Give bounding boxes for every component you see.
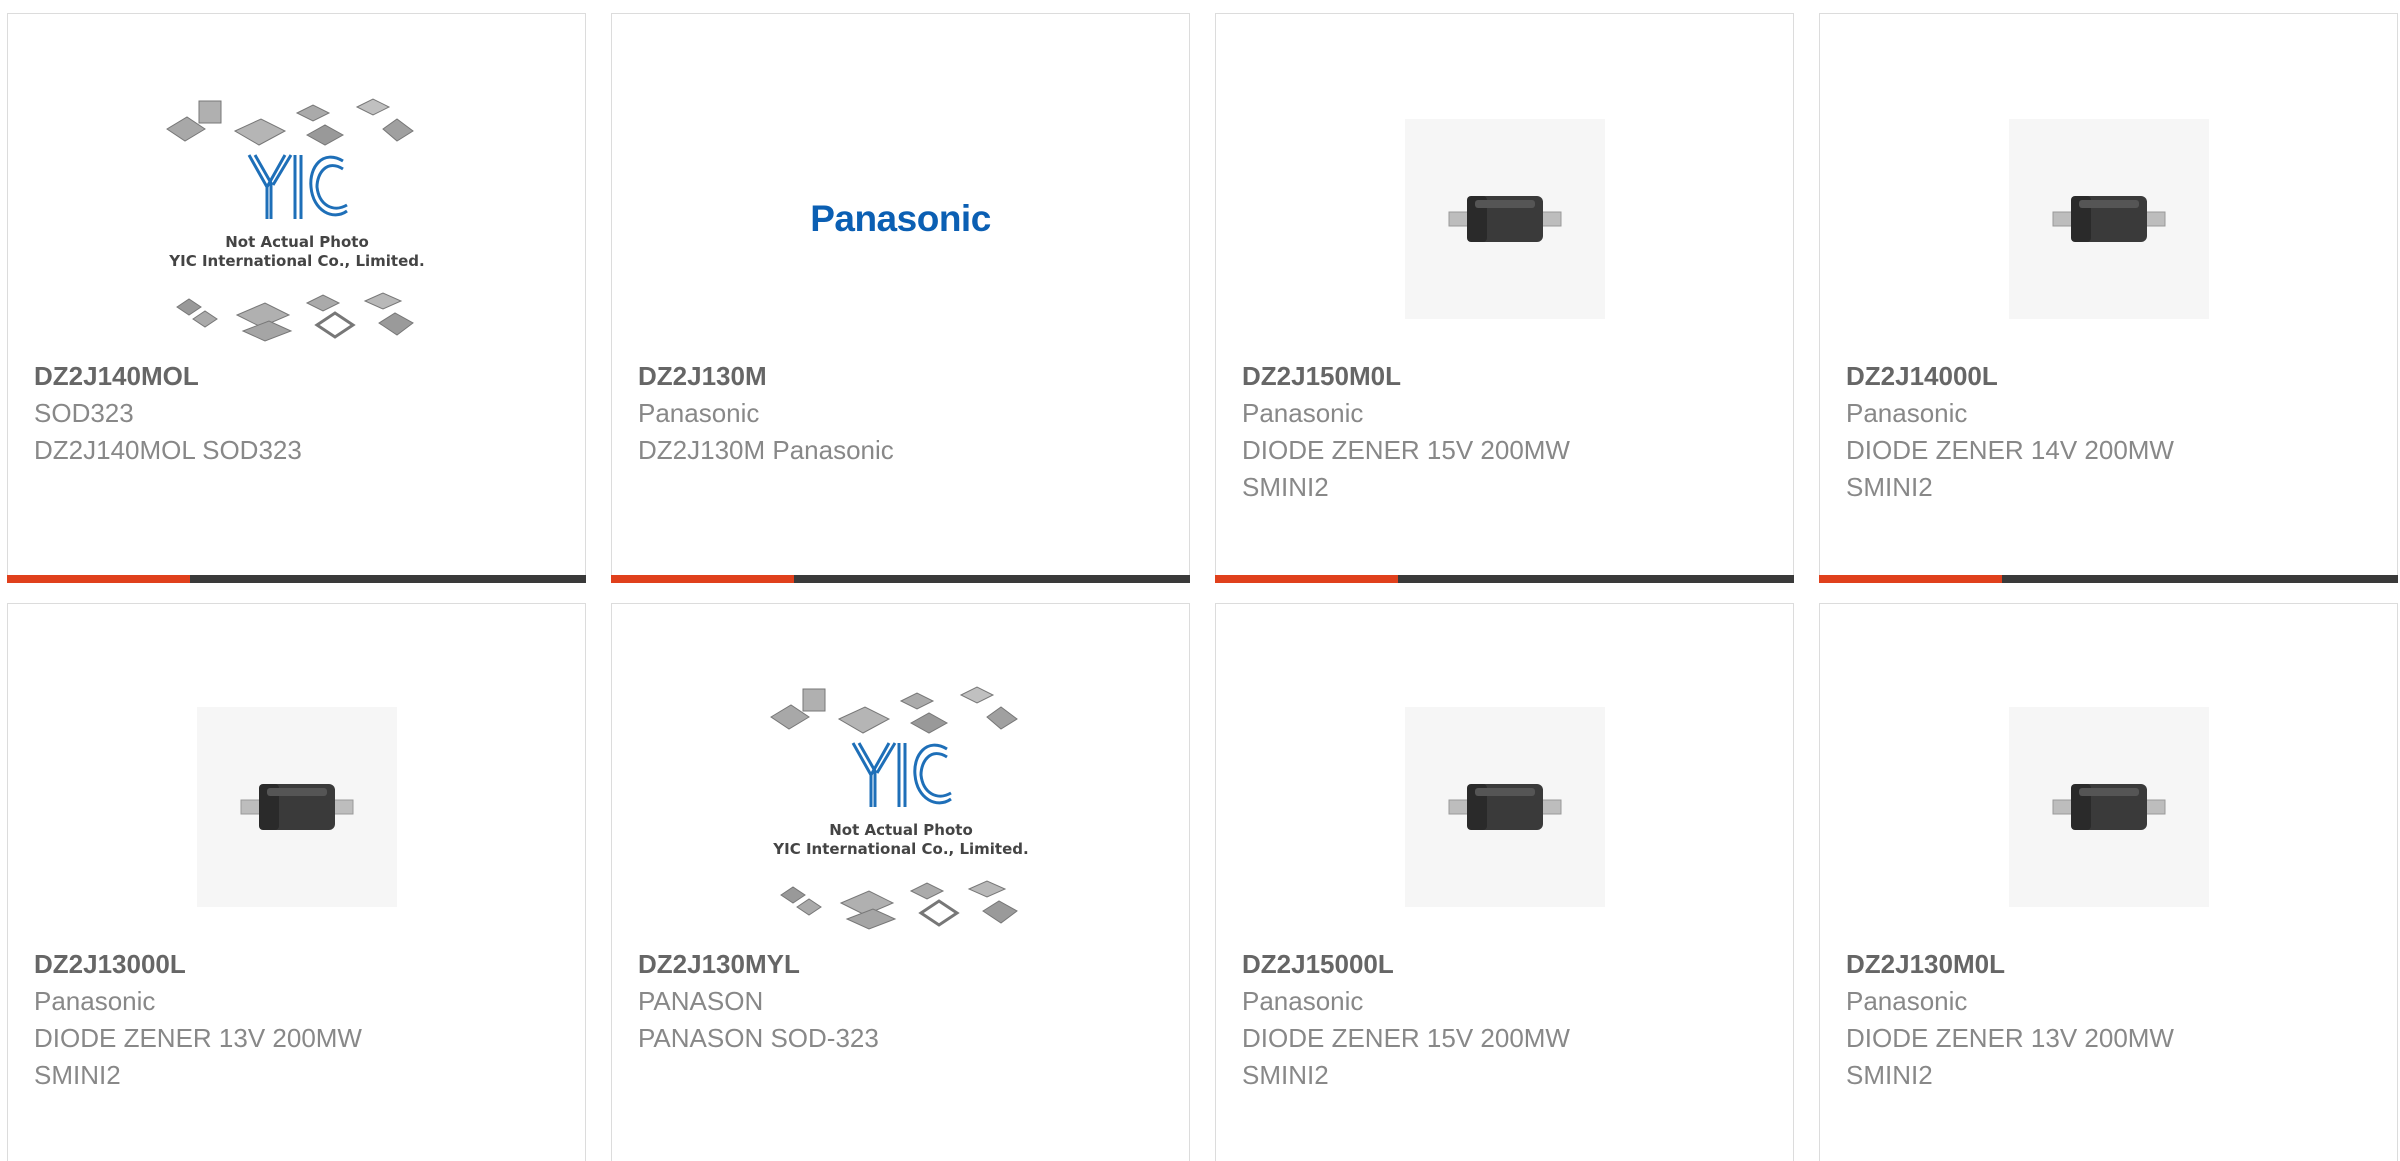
card-footer-bar [1215, 575, 1794, 583]
part-number-link[interactable]: DZ2J150M0L [1242, 357, 1773, 395]
part-number-link[interactable]: DZ2J130M0L [1846, 945, 2377, 983]
product-card[interactable]: Not Actual Photo YIC International Co., … [611, 603, 1190, 1161]
product-image-yic-placeholder[interactable]: Not Actual Photo YIC International Co., … [761, 662, 1041, 952]
product-image-diode[interactable] [157, 662, 437, 952]
card-accent-bar [7, 575, 190, 583]
product-card[interactable]: Panasonic DZ2J130M Panasonic DZ2J130M Pa… [611, 13, 1190, 583]
placeholder-line-1: Not Actual Photo [829, 821, 973, 839]
product-image-yic-placeholder[interactable]: Not Actual Photo YIC International Co., … [157, 74, 437, 364]
description: DIODE ZENER 13V 200MW SMINI2 [34, 1023, 362, 1090]
product-info: DZ2J13000L Panasonic DIODE ZENER 13V 200… [34, 945, 565, 1094]
part-number-link[interactable]: DZ2J130MYL [638, 945, 1169, 983]
product-image-diode[interactable] [1969, 662, 2249, 952]
product-info: DZ2J15000L Panasonic DIODE ZENER 15V 200… [1242, 945, 1773, 1094]
part-number-link[interactable]: DZ2J13000L [34, 945, 565, 983]
part-number-link[interactable]: DZ2J14000L [1846, 357, 2377, 395]
product-grid: Not Actual Photo YIC International Co., … [0, 0, 2400, 1161]
placeholder-line-2: YIC International Co., Limited. [772, 840, 1028, 858]
manufacturer: Panasonic [1846, 986, 1968, 1016]
diode-photo-icon [1404, 119, 1605, 319]
description: PANASON SOD-323 [638, 1023, 879, 1053]
card-footer-bar [7, 575, 586, 583]
product-card[interactable]: DZ2J15000L Panasonic DIODE ZENER 15V 200… [1215, 603, 1794, 1161]
description: DZ2J130M Panasonic [638, 435, 894, 465]
description: DIODE ZENER 13V 200MW SMINI2 [1846, 1023, 2174, 1090]
product-info: DZ2J14000L Panasonic DIODE ZENER 14V 200… [1846, 357, 2377, 506]
description: DIODE ZENER 15V 200MW SMINI2 [1242, 435, 1570, 502]
description: DIODE ZENER 15V 200MW SMINI2 [1242, 1023, 1570, 1090]
card-accent-bar [1215, 575, 1398, 583]
part-number-link[interactable]: DZ2J140MOL [34, 357, 565, 395]
part-number-link[interactable]: DZ2J15000L [1242, 945, 1773, 983]
manufacturer: PANASON [638, 986, 764, 1016]
product-card[interactable]: DZ2J130M0L Panasonic DIODE ZENER 13V 200… [1819, 603, 2398, 1161]
manufacturer: Panasonic [1846, 398, 1968, 428]
product-image-panasonic-logo[interactable]: Panasonic [761, 74, 1041, 364]
product-info: DZ2J150M0L Panasonic DIODE ZENER 15V 200… [1242, 357, 1773, 506]
diode-photo-icon [196, 707, 397, 907]
manufacturer: SOD323 [34, 398, 134, 428]
product-info: DZ2J140MOL SOD323 DZ2J140MOL SOD323 [34, 357, 565, 469]
product-info: DZ2J130MYL PANASON PANASON SOD-323 [638, 945, 1169, 1057]
product-card[interactable]: DZ2J13000L Panasonic DIODE ZENER 13V 200… [7, 603, 586, 1161]
panasonic-logo: Panasonic [810, 198, 991, 239]
product-card[interactable]: Not Actual Photo YIC International Co., … [7, 13, 586, 583]
manufacturer: Panasonic [1242, 398, 1364, 428]
placeholder-line-1: Not Actual Photo [225, 233, 369, 251]
description: DZ2J140MOL SOD323 [34, 435, 302, 465]
product-image-diode[interactable] [1365, 662, 1645, 952]
part-number-link[interactable]: DZ2J130M [638, 357, 1169, 395]
diode-photo-icon [2008, 119, 2209, 319]
card-footer-bar [611, 575, 1190, 583]
product-info: DZ2J130M0L Panasonic DIODE ZENER 13V 200… [1846, 945, 2377, 1094]
description: DIODE ZENER 14V 200MW SMINI2 [1846, 435, 2174, 502]
manufacturer: Panasonic [34, 986, 156, 1016]
product-card[interactable]: DZ2J14000L Panasonic DIODE ZENER 14V 200… [1819, 13, 2398, 583]
card-accent-bar [611, 575, 794, 583]
manufacturer: Panasonic [1242, 986, 1364, 1016]
diode-photo-icon [1404, 707, 1605, 907]
product-info: DZ2J130M Panasonic DZ2J130M Panasonic [638, 357, 1169, 469]
manufacturer: Panasonic [638, 398, 760, 428]
card-accent-bar [1819, 575, 2002, 583]
product-card[interactable]: DZ2J150M0L Panasonic DIODE ZENER 15V 200… [1215, 13, 1794, 583]
card-footer-bar [1819, 575, 2398, 583]
placeholder-line-2: YIC International Co., Limited. [168, 252, 424, 270]
diode-photo-icon [2008, 707, 2209, 907]
chip-collage-icon: Not Actual Photo YIC International Co., … [165, 98, 424, 342]
product-image-diode[interactable] [1969, 74, 2249, 364]
product-image-diode[interactable] [1365, 74, 1645, 364]
chip-collage-icon: Not Actual Photo YIC International Co., … [769, 686, 1028, 930]
